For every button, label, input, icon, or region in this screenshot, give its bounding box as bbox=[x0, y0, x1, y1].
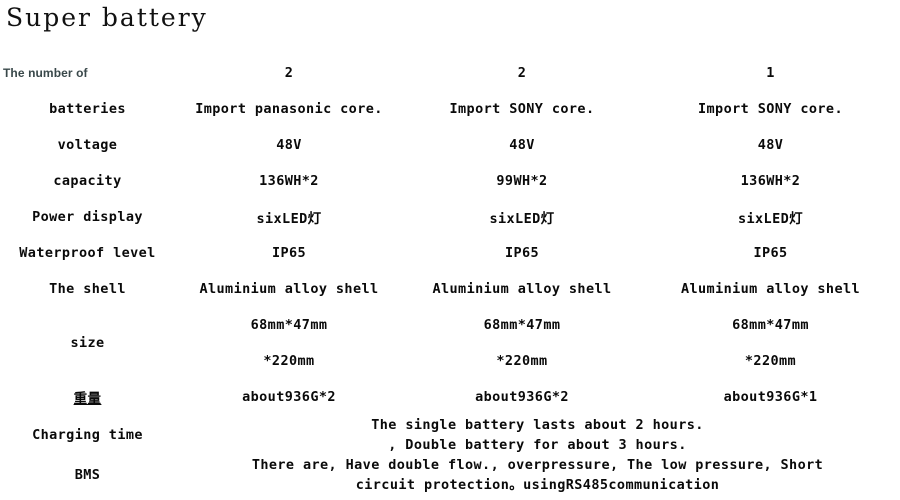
spec-sheet: Super battery The number of 2 2 1 batter… bbox=[0, 0, 900, 500]
cell-bms-value: There are, Have double flow., overpressu… bbox=[175, 455, 900, 495]
row-label-size: size bbox=[70, 335, 105, 351]
cell-shell-col3: Aluminium alloy shell bbox=[680, 281, 861, 297]
row-label-weight: 重量 bbox=[73, 391, 102, 407]
table-row: voltage 48V 48V 48V bbox=[0, 127, 900, 163]
cell-power-display-col2: sixLED灯 bbox=[489, 211, 555, 227]
cell-waterproof-col2: IP65 bbox=[504, 245, 540, 261]
cell-size-line1-col1: 68mm*47mm bbox=[250, 317, 328, 333]
bms-line-1: There are, Have double flow., overpressu… bbox=[251, 457, 824, 473]
cell-shell-col1: Aluminium alloy shell bbox=[199, 281, 379, 297]
cell-charging-time-value: The single battery lasts about 2 hours. … bbox=[175, 415, 900, 455]
row-label-bms: BMS bbox=[74, 467, 101, 483]
cell-size-line1-col2: 68mm*47mm bbox=[483, 317, 561, 333]
table-row: The number of 2 2 1 bbox=[0, 55, 900, 91]
cell-number-of-col2: 2 bbox=[517, 65, 527, 81]
table-row: BMS There are, Have double flow., overpr… bbox=[0, 455, 900, 495]
table-row: Waterproof level IP65 IP65 IP65 bbox=[0, 235, 900, 271]
cell-voltage-col3: 48V bbox=[757, 137, 784, 153]
cell-capacity-col3: 136WH*2 bbox=[740, 173, 801, 189]
cell-weight-col1: about936G*2 bbox=[242, 389, 336, 405]
cell-size-line1-col3: 68mm*47mm bbox=[732, 317, 809, 333]
row-label-waterproof-level: Waterproof level bbox=[19, 245, 156, 261]
table-row: capacity 136WH*2 99WH*2 136WH*2 bbox=[0, 163, 900, 199]
cell-size-line2-col1: *220mm bbox=[263, 353, 315, 369]
page-title: Super battery bbox=[6, 3, 208, 32]
charging-time-line-2: , Double battery for about 3 hours. bbox=[388, 437, 687, 453]
row-label-charging-time: Charging time bbox=[32, 427, 143, 443]
row-label-batteries: batteries bbox=[49, 101, 126, 117]
table-row: 重量 about936G*2 about936G*2 about936G*1 bbox=[0, 379, 900, 415]
row-label-capacity: capacity bbox=[53, 173, 122, 189]
cell-weight-col3: about936G*1 bbox=[723, 389, 818, 405]
cell-number-of-col3: 1 bbox=[766, 65, 775, 81]
table-row: batteries Import panasonic core. Import … bbox=[0, 91, 900, 127]
table-row: Charging time The single battery lasts a… bbox=[0, 415, 900, 455]
row-label-the-shell: The shell bbox=[49, 281, 126, 297]
cell-batteries-col3: Import SONY core. bbox=[698, 101, 843, 117]
row-label-number-of: The number of bbox=[3, 66, 88, 80]
table-row: Power display sixLED灯 sixLED灯 sixLED灯 bbox=[0, 199, 900, 235]
cell-batteries-col2: Import SONY core. bbox=[449, 101, 595, 117]
cell-batteries-col1: Import panasonic core. bbox=[195, 101, 383, 117]
charging-time-line-1: The single battery lasts about 2 hours. bbox=[371, 417, 704, 433]
cell-waterproof-col1: IP65 bbox=[271, 245, 307, 261]
cell-weight-col2: about936G*2 bbox=[475, 389, 569, 405]
cell-number-of-col1: 2 bbox=[284, 65, 294, 81]
cell-power-display-col1: sixLED灯 bbox=[256, 211, 322, 227]
cell-waterproof-col3: IP65 bbox=[753, 245, 788, 261]
cell-voltage-col1: 48V bbox=[276, 137, 302, 153]
cell-capacity-col2: 99WH*2 bbox=[496, 173, 548, 189]
table-row: size 68mm*47mm 68mm*47mm 68mm*47mm bbox=[0, 307, 900, 351]
cell-power-display-col3: sixLED灯 bbox=[737, 211, 804, 227]
cell-capacity-col1: 136WH*2 bbox=[259, 173, 319, 189]
cell-size-line2-col3: *220mm bbox=[744, 353, 797, 369]
specification-table: The number of 2 2 1 batteries Import pan… bbox=[0, 55, 900, 495]
row-label-power-display: Power display bbox=[32, 209, 143, 225]
row-label-voltage: voltage bbox=[57, 137, 118, 153]
table-row: The shell Aluminium alloy shell Aluminiu… bbox=[0, 271, 900, 307]
cell-shell-col2: Aluminium alloy shell bbox=[432, 281, 612, 297]
cell-size-line2-col2: *220mm bbox=[496, 353, 548, 369]
bms-line-2: circuit protection。usingRS485communicati… bbox=[355, 477, 720, 493]
cell-voltage-col2: 48V bbox=[509, 137, 535, 153]
